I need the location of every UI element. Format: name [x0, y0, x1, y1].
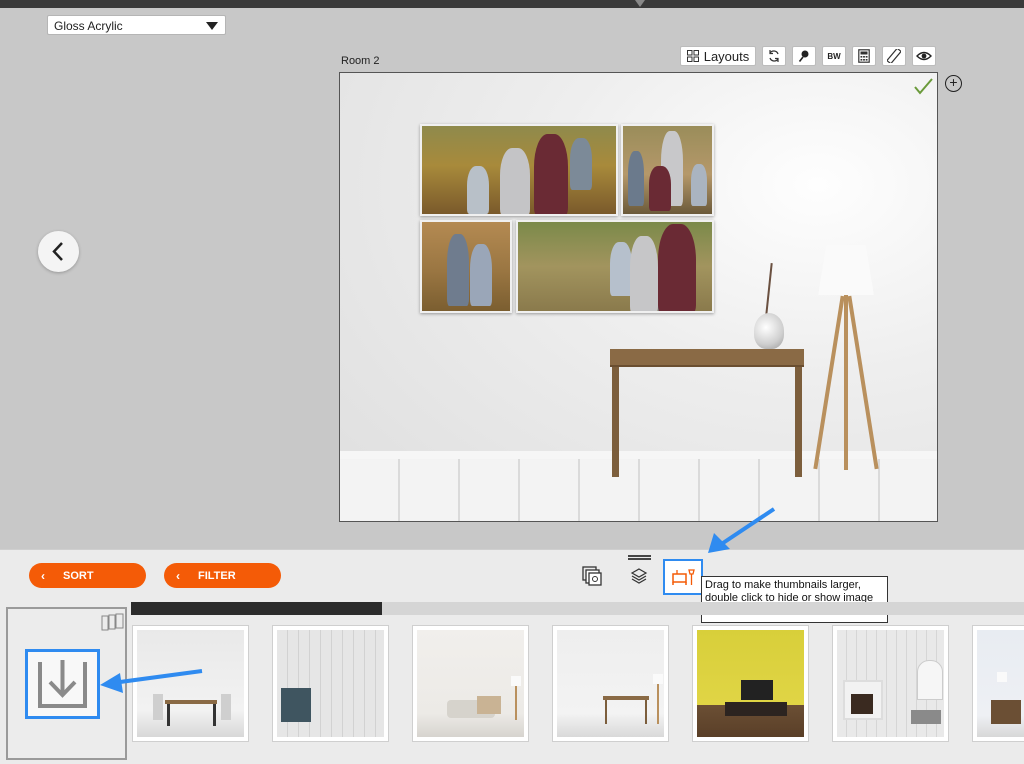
sort-button[interactable]: ‹ SORT: [29, 563, 146, 588]
import-button[interactable]: [25, 649, 100, 719]
room-preview[interactable]: [339, 72, 938, 522]
previous-room-button[interactable]: [38, 231, 79, 272]
room-thumbnail[interactable]: [272, 625, 389, 742]
ruler-button[interactable]: [882, 46, 906, 66]
bw-button[interactable]: BW: [822, 46, 846, 66]
chevron-left-icon: [52, 242, 63, 261]
add-icon[interactable]: +: [945, 75, 962, 92]
material-select[interactable]: Gloss Acrylic: [47, 15, 226, 35]
console-leg: [795, 367, 802, 477]
room-thumbnail-image: [837, 630, 944, 737]
room-thumbnail[interactable]: [412, 625, 529, 742]
chevron-left-icon: ‹: [176, 568, 180, 583]
image-well: ‹ SORT ‹ FILTER Drag to make thumbnails …: [0, 549, 1024, 764]
room-thumbnail[interactable]: [132, 625, 249, 742]
room-thumbnail[interactable]: [692, 625, 809, 742]
rooms-icon: [672, 569, 695, 585]
gallery-button[interactable]: [581, 565, 603, 587]
wall-photo[interactable]: [420, 220, 512, 313]
resize-handle[interactable]: [628, 555, 651, 560]
room-thumbnail[interactable]: [972, 625, 1024, 742]
ruler-icon: [887, 49, 901, 63]
room-thumbnail[interactable]: [832, 625, 949, 742]
panel-caret-icon[interactable]: [635, 0, 645, 7]
room-thumbnail-image: [557, 630, 664, 737]
lamp-shade: [818, 245, 874, 295]
eye-icon: [916, 51, 932, 61]
room-thumbnail-image: [417, 630, 524, 737]
sort-label: SORT: [63, 569, 94, 582]
vase: [754, 313, 784, 349]
lamp-leg: [813, 295, 845, 470]
layers-icon: [630, 568, 648, 584]
room-thumbnail-image: [977, 630, 1024, 737]
room-title: Room 2: [341, 55, 380, 67]
vase-branch: [765, 263, 773, 315]
rooms-button[interactable]: [663, 559, 703, 595]
material-select-value: Gloss Acrylic: [54, 19, 123, 33]
import-panel[interactable]: [6, 607, 127, 760]
gallery-icon: [582, 566, 602, 586]
lamp-leg: [844, 295, 848, 470]
import-icon: [38, 660, 87, 708]
filter-button[interactable]: ‹ FILTER: [164, 563, 281, 588]
filmstrip-icon[interactable]: [101, 613, 125, 631]
room-thumbnail-image: [697, 630, 804, 737]
room-thumbnail[interactable]: [552, 625, 669, 742]
checkmark-icon[interactable]: [912, 75, 934, 97]
filter-label: FILTER: [198, 569, 236, 582]
console-leg: [612, 367, 619, 477]
refresh-button[interactable]: [762, 46, 786, 66]
room-toolbar: Layouts BW: [680, 46, 936, 66]
calculator-icon: [858, 49, 870, 63]
layouts-label: Layouts: [703, 48, 750, 64]
resize-tooltip: Drag to make thumbnails larger, double c…: [701, 576, 888, 623]
room-thumbnail-image: [137, 630, 244, 737]
refresh-icon: [769, 50, 779, 62]
preview-button[interactable]: [912, 46, 936, 66]
pin-button[interactable]: [792, 46, 816, 66]
scrollbar-thumb[interactable]: [131, 602, 382, 615]
grid-icon: [686, 50, 699, 62]
layers-button[interactable]: [628, 565, 650, 587]
console-table: [610, 349, 804, 367]
chevron-left-icon: ‹: [41, 568, 45, 583]
pin-icon: [798, 50, 809, 62]
layouts-button[interactable]: Layouts: [680, 46, 756, 66]
lamp-leg: [847, 295, 879, 470]
bw-label: BW: [827, 51, 841, 61]
top-bar: [0, 0, 1024, 8]
wall-photo[interactable]: [516, 220, 714, 313]
wall-photo[interactable]: [420, 124, 618, 216]
wall-photo[interactable]: [621, 124, 714, 216]
room-thumbnail-image: [277, 630, 384, 737]
calculator-button[interactable]: [852, 46, 876, 66]
chevron-down-icon: [206, 22, 218, 30]
